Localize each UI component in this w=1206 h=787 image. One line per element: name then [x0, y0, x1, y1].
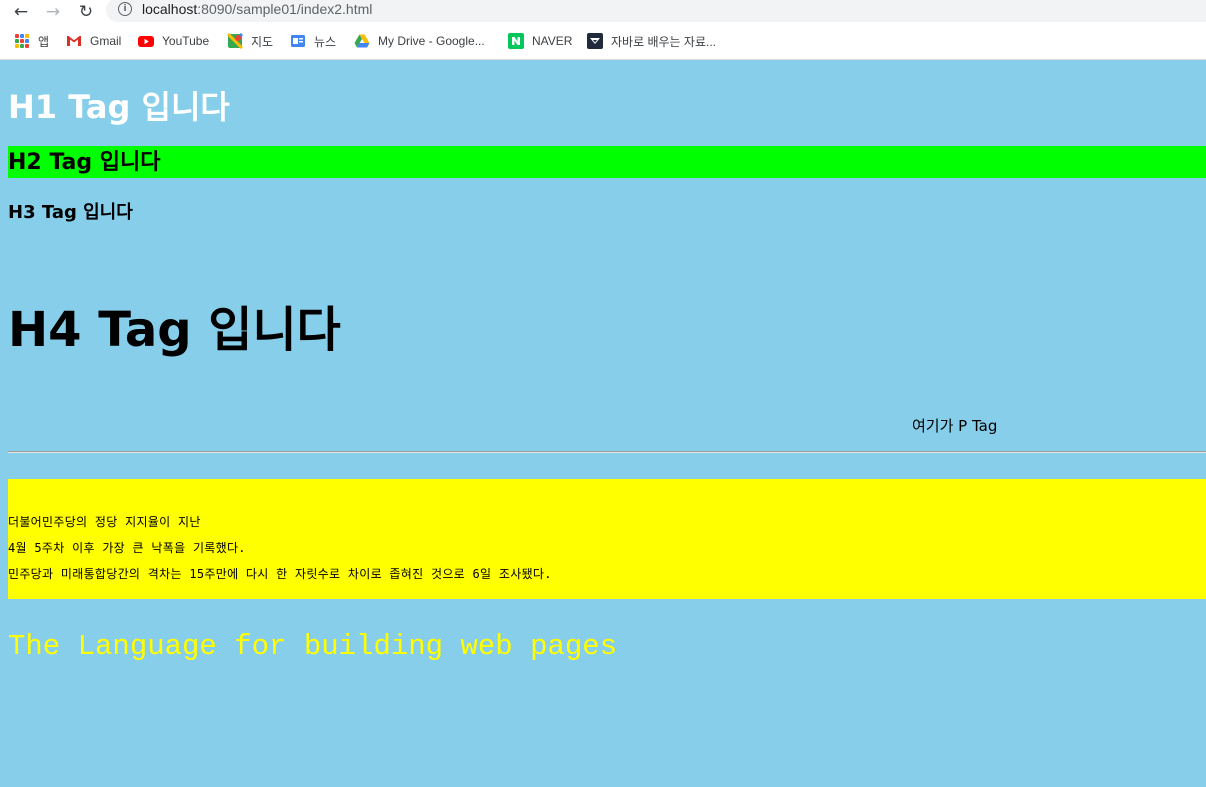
preformatted-block: 더불어민주당의 정당 지지율이 지난 4월 5주차 이후 가장 큰 낙폭을 기록…	[8, 479, 1206, 599]
bookmark-label: 뉴스	[314, 34, 337, 49]
bookmark-label: 앱	[38, 34, 50, 49]
drive-icon	[354, 33, 370, 49]
bookmark-naver[interactable]: NAVER	[508, 32, 572, 50]
bookmark-label: Gmail	[90, 34, 122, 48]
h3-heading-text: H3 Tag 입니다	[8, 202, 133, 223]
bookmark-youtube[interactable]: YouTube	[138, 32, 209, 50]
java-icon	[587, 33, 603, 49]
bookmark-gmail[interactable]: Gmail	[66, 32, 121, 50]
paragraph-text: 여기가 P Tag	[912, 417, 998, 435]
url-text[interactable]: localhost:8090/sample01/index2.html	[142, 1, 372, 17]
h3-heading: H3 Tag 입니다	[8, 198, 133, 224]
news-icon	[290, 33, 306, 49]
bookmark-maps[interactable]: 지도	[226, 32, 274, 50]
bookmark-label: My Drive - Google...	[378, 34, 485, 48]
arrow-left-icon: ←	[13, 2, 29, 22]
youtube-icon	[138, 33, 154, 49]
bookmark-java-book[interactable]: 자바로 배우는 자료...	[587, 32, 716, 50]
bookmark-label: 지도	[251, 34, 274, 49]
bookmarks-bar: 앱 Gmail YouTube 지도 뉴스 My Drive - Google.…	[0, 24, 1206, 60]
bookmark-news[interactable]: 뉴스	[290, 32, 336, 50]
bookmark-label: YouTube	[162, 34, 210, 48]
monospace-caption: The Language for building web pages	[8, 630, 618, 663]
preformatted-line: 4월 5주차 이후 가장 큰 낙폭을 기록했다.	[8, 541, 246, 555]
h2-heading: H2 Tag 입니다	[8, 146, 1206, 178]
browser-toolbar: ← → ↻ i localhost:8090/sample01/index2.h…	[0, 0, 1206, 24]
info-icon[interactable]: i	[118, 2, 132, 16]
h1-heading: H1 Tag 입니다	[8, 88, 230, 126]
reload-icon: ↻	[78, 2, 94, 22]
bookmark-apps[interactable]: 앱	[14, 32, 49, 50]
back-button[interactable]: ←	[10, 1, 32, 23]
apps-grid-icon	[14, 33, 30, 49]
gmail-icon	[66, 33, 82, 49]
page-body: H1 Tag 입니다 H2 Tag 입니다 H3 Tag 입니다 H4 Tag …	[0, 60, 1206, 787]
naver-icon	[508, 33, 524, 49]
url-host: localhost	[142, 1, 198, 17]
reload-button[interactable]: ↻	[75, 1, 97, 23]
bookmark-drive[interactable]: My Drive - Google...	[354, 32, 485, 50]
preformatted-line: 더불어민주당의 정당 지지율이 지난	[8, 515, 201, 529]
browser-window: ← → ↻ i localhost:8090/sample01/index2.h…	[0, 0, 1206, 787]
forward-button[interactable]: →	[42, 1, 64, 23]
address-bar[interactable]: i localhost:8090/sample01/index2.html	[106, 0, 1206, 22]
maps-icon	[226, 32, 244, 50]
url-path: :8090/sample01/index2.html	[197, 1, 373, 17]
horizontal-rule	[8, 451, 1206, 453]
arrow-right-icon: →	[45, 2, 61, 22]
preformatted-line: 민주당과 미래통합당간의 격차는 15주만에 다시 한 자릿수로 차이로 좁혀진…	[8, 567, 552, 581]
bookmark-label: NAVER	[532, 34, 573, 48]
bookmark-label: 자바로 배우는 자료...	[611, 34, 716, 49]
h4-heading: H4 Tag 입니다	[8, 302, 341, 358]
